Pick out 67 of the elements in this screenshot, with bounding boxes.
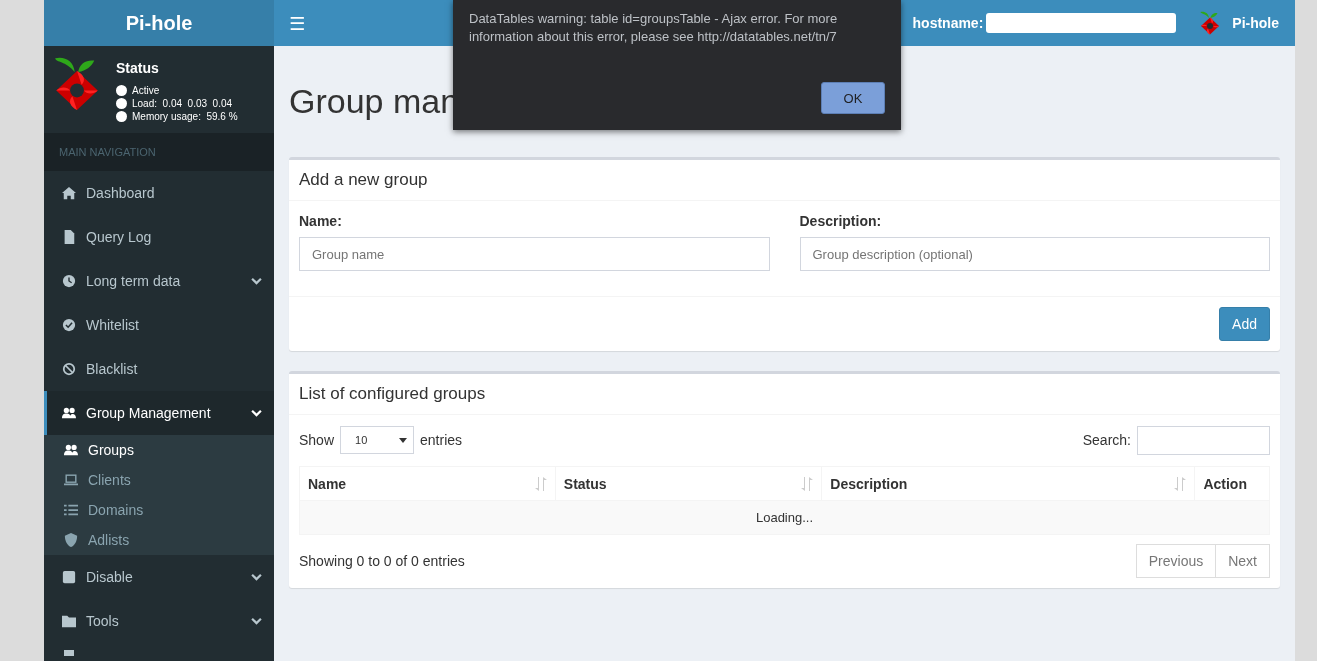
- field-label: Description:: [799, 213, 883, 229]
- nav-subitem[interactable]: Groups: [44, 435, 274, 465]
- status-text: Load: 0.04 0.03 0.04: [132, 97, 233, 110]
- name-field[interactable]: Group name: [299, 237, 770, 271]
- chevron-icon: [251, 616, 262, 626]
- add-button[interactable]: Add: [1219, 307, 1270, 341]
- ok-button[interactable]: OK: [821, 82, 885, 114]
- shield-icon: [64, 533, 78, 547]
- table-info: Showing 0 to 0 of 0 entries: [299, 553, 465, 569]
- column-header[interactable]: Name: [299, 466, 556, 501]
- status-text: Memory usage: 59.6 %: [132, 110, 238, 123]
- nav-item[interactable]: Disable: [44, 555, 274, 599]
- chevron-icon: [251, 572, 262, 582]
- section-header: MAIN NAVIGATION: [44, 133, 274, 171]
- square-icon: [62, 570, 76, 584]
- nav-item[interactable]: Blacklist: [44, 347, 274, 391]
- nav-subitem[interactable]: Clients: [44, 465, 274, 495]
- house-icon: [62, 186, 76, 200]
- card-title: Add a new group: [289, 160, 1280, 201]
- nav-item[interactable]: Tools: [44, 599, 274, 643]
- status-dot: [116, 98, 127, 109]
- nav-subitem[interactable]: Adlists: [44, 525, 274, 555]
- laptop-icon: [64, 473, 78, 487]
- show-label: Show: [299, 432, 335, 448]
- description-field[interactable]: Group description (optional): [799, 237, 1270, 271]
- nav-item[interactable]: Group Management: [44, 391, 274, 435]
- users-icon: [62, 406, 76, 420]
- raspberry-logo-icon: [1200, 11, 1221, 35]
- clock-icon: [62, 274, 76, 288]
- entries-label: entries: [420, 432, 463, 448]
- dropdown-icon: [399, 437, 408, 443]
- hostname-label: hostname:: [912, 15, 984, 31]
- status-dot: [116, 85, 127, 96]
- check-circle-icon: [62, 318, 76, 332]
- chevron-icon: [251, 408, 262, 418]
- status-dot: [116, 111, 127, 122]
- nav-item[interactable]: Long term data: [44, 259, 274, 303]
- column-header[interactable]: Description: [821, 466, 1195, 501]
- status-text: Active: [132, 84, 160, 97]
- ban-icon: [62, 362, 76, 376]
- brand-title[interactable]: Pi-hole: [44, 0, 274, 46]
- search-field[interactable]: [1137, 425, 1270, 455]
- list-icon: [64, 503, 78, 517]
- pagination-button[interactable]: Previous: [1135, 544, 1217, 578]
- file-icon: [62, 230, 76, 244]
- page-size-select[interactable]: 10: [340, 426, 415, 454]
- column-header[interactable]: Action: [1194, 466, 1270, 501]
- user-name[interactable]: Pi-hole: [1232, 15, 1279, 31]
- folder-icon: [62, 614, 76, 628]
- raspberry-logo-icon: [54, 56, 100, 112]
- card-title: List of configured groups: [289, 374, 1280, 415]
- nav-item[interactable]: Dashboard: [44, 171, 274, 215]
- sort-icon: [801, 477, 814, 491]
- pagination-button[interactable]: Next: [1215, 544, 1270, 578]
- nav-item[interactable]: Query Log: [44, 215, 274, 259]
- loading-cell: Loading...: [299, 500, 1270, 535]
- status-title: Status: [116, 60, 160, 76]
- search-label: Search:: [1082, 432, 1131, 448]
- field-label: Name:: [299, 213, 343, 229]
- nav-item[interactable]: Whitelist: [44, 303, 274, 347]
- users-icon: [64, 443, 78, 457]
- column-header[interactable]: Status: [555, 466, 822, 501]
- chevron-icon: [251, 276, 262, 286]
- sort-icon: [534, 477, 547, 491]
- nav-subitem[interactable]: Domains: [44, 495, 274, 525]
- dialog-message: DataTables warning: table id=groupsTable - Ajax error. For more information about this error, please see http://datatables.net/tn/7: [469, 10, 839, 46]
- sort-icon: [1174, 477, 1187, 491]
